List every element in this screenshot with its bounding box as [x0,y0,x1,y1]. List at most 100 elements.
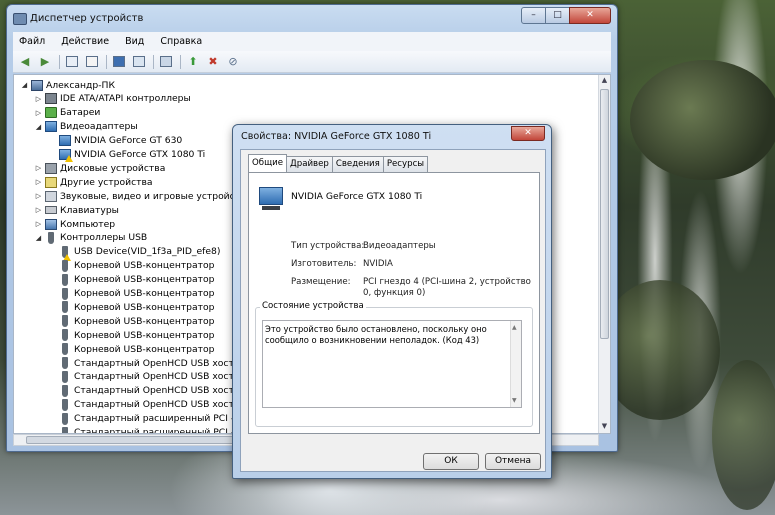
usb-device-icon [62,412,68,425]
tree-item-label: NVIDIA GeForce GT 630 [74,135,183,147]
tree-item-label: Корневой USB-концентратор [74,329,215,341]
vid-device-icon [45,121,57,133]
tree-item[interactable]: Стандартный OpenHCD USB хост-конт [48,370,260,384]
status-scroll-down-icon[interactable]: ▼ [512,395,517,406]
usb-device-icon [62,315,68,328]
dialog-title: Свойства: NVIDIA GeForce GTX 1080 Ti [241,131,432,142]
usb-device-icon [62,329,68,342]
tree-item[interactable]: ▷ IDE ATA/ATAPI контроллеры [34,92,191,106]
tab-resources[interactable]: Ресурсы [382,156,429,172]
help-icon[interactable] [111,55,127,69]
tree-item[interactable]: Стандартный расширенный PCI - USB [48,426,256,434]
expand-arrow-icon[interactable]: ▷ [34,220,43,228]
tree-item[interactable]: Стандартный OpenHCD USB хост-конт [48,356,260,370]
ok-button[interactable]: ОК [423,453,479,470]
menu-action[interactable]: Действие [59,35,111,48]
back-arrow-icon[interactable]: ◀ [17,55,33,69]
scroll-thumb[interactable] [600,89,609,339]
location-label: Размещение: [291,277,351,287]
window-titlebar[interactable]: Диспетчер устройств – □ ✕ [7,5,617,31]
tab-details[interactable]: Сведения [331,156,384,172]
tree-item-label: Александр-ПК [46,79,115,91]
expand-arrow-icon[interactable]: ▷ [34,192,43,200]
tree-item[interactable]: Корневой USB-концентратор [48,300,214,314]
tree-vertical-scrollbar[interactable]: ▲ ▼ [598,75,610,433]
snd-device-icon [45,190,57,202]
minimize-button[interactable]: – [521,7,546,24]
tree-item-label: Видеоадаптеры [60,121,138,133]
general-tab-panel: NVIDIA GeForce GTX 1080 Ti Тип устройств… [248,172,540,434]
scan-hardware-icon[interactable] [158,55,174,69]
menu-view[interactable]: Вид [123,35,146,48]
window-title: Диспетчер устройств [30,13,144,24]
tree-item[interactable]: Стандартный OpenHCD USB хост-конт [48,384,260,398]
usb-device-icon [62,245,71,261]
expand-arrow-icon[interactable]: ▷ [34,95,43,103]
tree-item-label: Корневой USB-концентратор [74,274,215,286]
tree-item[interactable]: USB Device(VID_1f3a_PID_efe8) [48,245,220,261]
usb-device-icon [62,301,68,314]
cmp-device-icon [45,218,57,230]
show-hidden-icon[interactable] [84,55,100,69]
collapse-arrow-icon[interactable]: ◢ [34,123,43,131]
device-status-textbox[interactable]: Это устройство было остановлено, посколь… [262,320,522,408]
status-scroll-up-icon[interactable]: ▲ [512,322,517,333]
tree-item-label: IDE ATA/ATAPI контроллеры [60,93,191,105]
close-button[interactable]: ✕ [569,7,611,24]
cancel-button[interactable]: Отмена [485,453,541,470]
tree-item-label: NVIDIA GeForce GTX 1080 Ti [74,149,206,160]
expand-arrow-icon[interactable]: ▷ [34,109,43,117]
tree-item[interactable]: ▷ Дисковые устройства [34,161,165,175]
tree-item[interactable]: Стандартный расширенный PCI - USB [48,412,256,426]
tree-item[interactable]: ▷ Звуковые, видео и игровые устройства [34,189,251,203]
status-scrollbar[interactable]: ▲ ▼ [510,321,521,407]
location-value: PCI гнездо 4 (PCI-шина 2, устройство 0, … [363,277,531,298]
scroll-down-arrow-icon[interactable]: ▼ [600,422,609,432]
forward-arrow-icon[interactable]: ▶ [37,55,53,69]
tree-item[interactable]: Корневой USB-концентратор [48,273,214,287]
tree-item[interactable]: ▷ Другие устройства [34,175,153,189]
tree-item[interactable]: ◢ Александр-ПК [20,78,115,92]
tab-general[interactable]: Общие [248,154,288,172]
tree-item[interactable]: Стандартный OpenHCD USB хост-конт [48,398,260,412]
usb-device-icon [62,273,68,286]
update-driver-icon[interactable]: ⬆ [185,55,201,69]
tree-item[interactable]: Корневой USB-концентратор [48,314,214,328]
tree-item[interactable]: Корневой USB-концентратор [48,259,214,273]
tree-item[interactable]: Корневой USB-концентратор [48,342,214,356]
tree-item-label: Стандартный расширенный PCI - USB [74,427,256,434]
tree-item[interactable]: Корневой USB-концентратор [48,287,214,301]
scroll-up-arrow-icon[interactable]: ▲ [600,76,609,86]
expand-arrow-icon[interactable]: ▷ [34,178,43,186]
menu-file[interactable]: Файл [17,35,47,48]
tree-item[interactable]: NVIDIA GeForce GTX 1080 Ti [48,148,205,162]
uninstall-device-icon[interactable]: ✖ [205,55,221,69]
expand-arrow-icon[interactable]: ▷ [34,206,43,214]
usb-device-icon [48,231,54,244]
usb-device-icon [62,357,68,369]
tree-item[interactable]: ▷ Батареи [34,106,100,120]
menu-help[interactable]: Справка [158,35,204,48]
expand-arrow-icon[interactable]: ▷ [34,164,43,172]
tree-item[interactable]: ◢ Контроллеры USB [34,231,147,245]
hscroll-thumb[interactable] [26,436,246,444]
tree-item-label: Контроллеры USB [60,232,148,244]
tree-item[interactable]: Корневой USB-концентратор [48,328,214,342]
properties-view-icon[interactable] [64,55,80,69]
collapse-arrow-icon[interactable]: ◢ [34,234,43,242]
tree-item[interactable]: ◢ Видеоадаптеры [34,120,138,134]
dialog-close-button[interactable]: ✕ [511,126,545,141]
tree-item[interactable]: ▷ Компьютер [34,217,115,231]
maximize-button[interactable]: □ [545,7,570,24]
other-device-icon [45,176,57,188]
window-controls: – □ ✕ [521,7,611,25]
collapse-arrow-icon[interactable]: ◢ [20,81,29,89]
pc-device-icon [31,79,43,91]
properties-dialog: Свойства: NVIDIA GeForce GTX 1080 Ti ✕ О… [232,124,552,479]
disable-device-icon[interactable]: ⊘ [225,55,241,69]
tree-item[interactable]: NVIDIA GeForce GT 630 [48,134,182,148]
device-props-icon[interactable] [131,55,147,69]
manufacturer-value: NVIDIA [363,259,393,269]
tree-item[interactable]: ▷ Клавиатуры [34,203,119,217]
tab-driver[interactable]: Драйвер [286,156,333,172]
